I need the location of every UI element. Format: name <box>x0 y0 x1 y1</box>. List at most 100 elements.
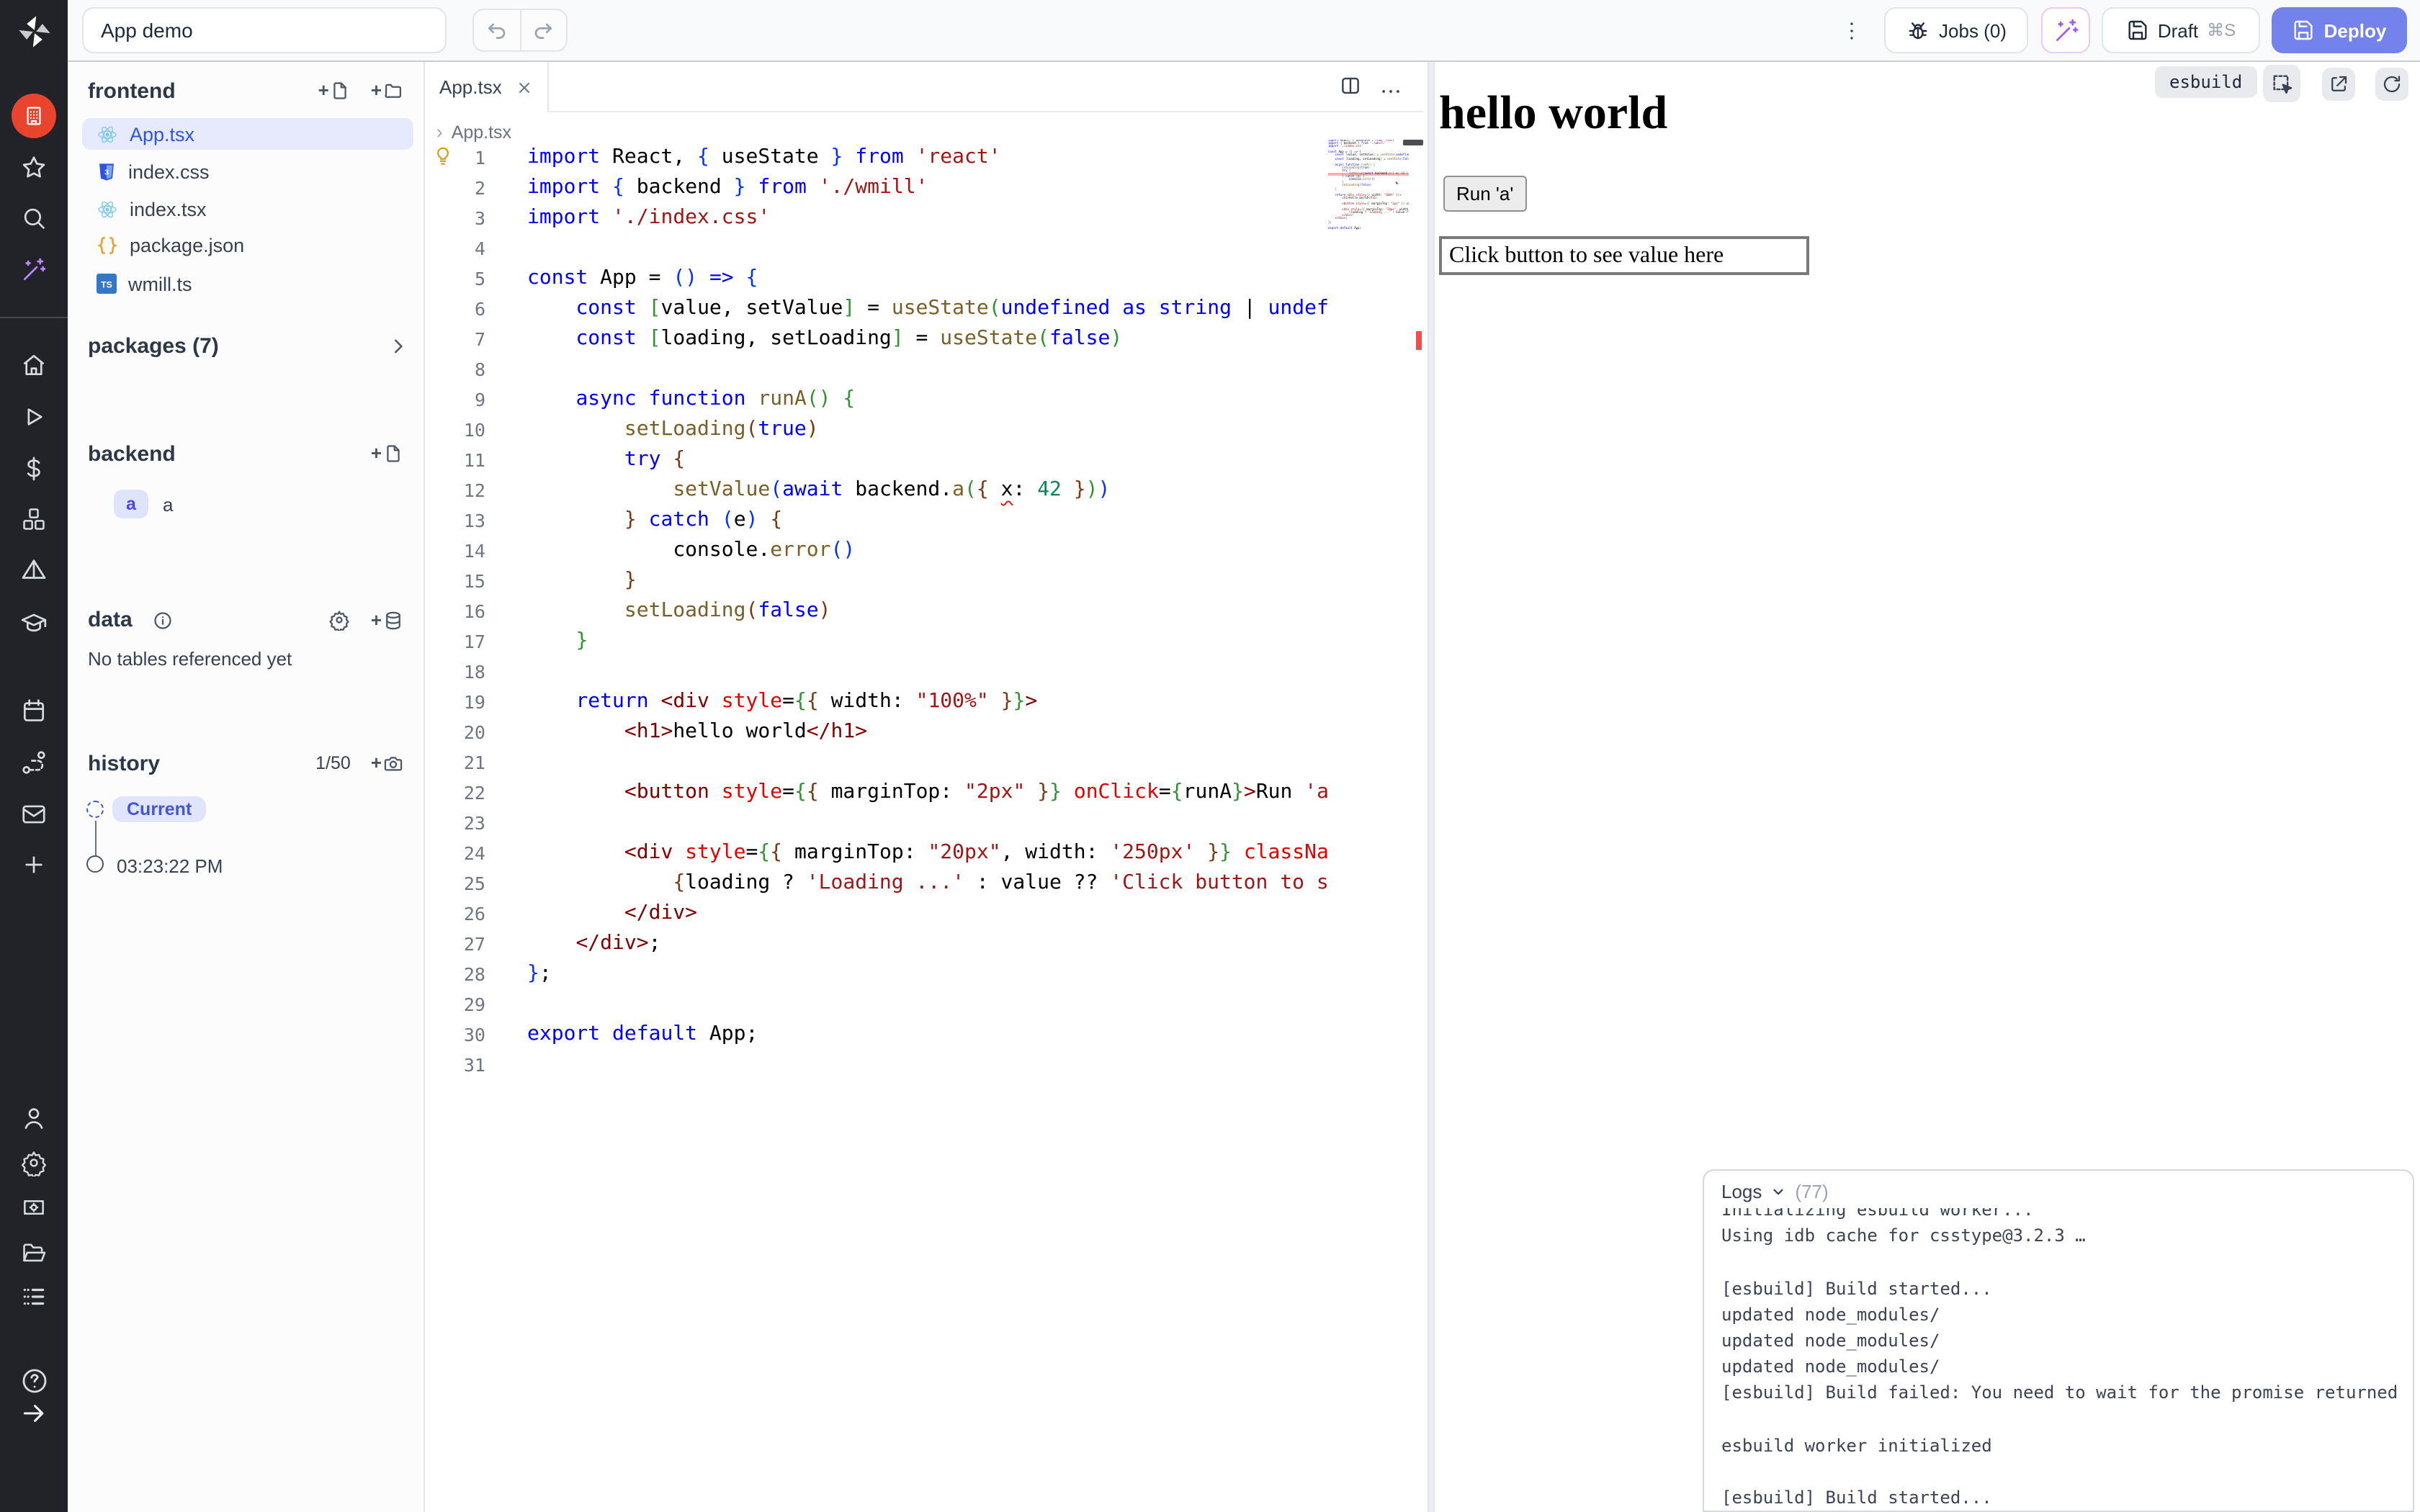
help-circle-icon[interactable] <box>0 1367 68 1395</box>
chevron-down-icon <box>1770 1184 1786 1200</box>
play-icon[interactable] <box>0 403 68 431</box>
data-section-title: data <box>88 608 133 632</box>
editor-more-icon[interactable] <box>1379 79 1403 104</box>
error-ruler-marker <box>1416 331 1422 350</box>
folder-open-icon[interactable] <box>0 1238 68 1266</box>
editor-tab-bar: App.tsx <box>425 62 1423 112</box>
gear-icon[interactable] <box>0 1149 68 1176</box>
braces-file-icon <box>97 234 118 256</box>
breadcrumb[interactable]: › App.tsx <box>436 121 511 143</box>
minimap-slider[interactable] <box>1403 140 1423 145</box>
mail-icon[interactable] <box>0 801 68 828</box>
timeline-connector <box>95 821 97 858</box>
magic-wand-icon[interactable] <box>0 256 68 284</box>
history-section-title: history <box>88 752 160 776</box>
history-entry-node[interactable] <box>86 855 104 873</box>
select-component-icon[interactable] <box>2263 65 2300 102</box>
left-nav-rail <box>0 0 68 1512</box>
ai-wand-button[interactable] <box>2041 7 2090 53</box>
deploy-save-icon <box>2293 19 2316 42</box>
add-snapshot-button[interactable]: + <box>371 752 403 773</box>
esbuild-badge[interactable]: esbuild <box>2155 66 2257 98</box>
jobs-button[interactable]: Jobs (0) <box>1884 7 2028 53</box>
code-content[interactable]: import React, { useState } from 'react'i… <box>527 143 1328 1080</box>
run-a-button[interactable]: Run 'a' <box>1443 176 1526 212</box>
boxes-icon[interactable] <box>0 505 68 533</box>
pyramid-icon[interactable] <box>0 557 68 585</box>
workspace-avatar[interactable] <box>12 94 56 138</box>
logs-count: (77) <box>1795 1181 1828 1202</box>
windmill-app-editor: Jobs (0) Draft ⌘S Deploy frontend + + Ap… <box>0 0 2420 1512</box>
user-icon[interactable] <box>0 1104 68 1132</box>
arrow-right-icon[interactable] <box>0 1400 68 1427</box>
script-card-icon[interactable] <box>0 1194 68 1221</box>
react-file-icon <box>97 198 118 220</box>
file-row-app-tsx[interactable]: App.tsx <box>82 118 413 150</box>
history-current-node[interactable] <box>86 801 104 818</box>
draft-button[interactable]: Draft ⌘S <box>2102 7 2260 53</box>
file-name: index.css <box>128 161 210 182</box>
svg-text:TS: TS <box>101 279 112 289</box>
logs-panel: Logs (77) Initializing esbuild worker...… <box>1703 1169 2414 1512</box>
calendar-icon[interactable] <box>0 697 68 724</box>
windmill-logo-icon[interactable] <box>0 13 68 50</box>
redo-icon[interactable] <box>520 10 566 50</box>
close-icon[interactable] <box>516 78 534 96</box>
deploy-button[interactable]: Deploy <box>2272 7 2407 53</box>
graduation-cap-icon[interactable] <box>0 609 68 636</box>
route-icon[interactable] <box>0 749 68 776</box>
info-icon[interactable] <box>153 611 173 631</box>
css-file-icon: 3 <box>97 161 117 182</box>
data-settings-icon[interactable] <box>329 609 351 631</box>
add-folder-button[interactable]: + <box>371 79 403 101</box>
dollar-icon[interactable] <box>0 455 68 482</box>
home-icon[interactable] <box>0 351 68 379</box>
minimap[interactable]: import React, { useState } from 'react'i… <box>1328 140 1409 240</box>
add-backend-script-button[interactable]: + <box>371 442 403 464</box>
svg-text:3: 3 <box>104 168 109 176</box>
top-bar: Jobs (0) Draft ⌘S Deploy <box>68 0 2420 62</box>
refresh-icon[interactable] <box>2375 68 2408 101</box>
split-editor-icon[interactable] <box>1338 73 1363 98</box>
history-entry-timestamp[interactable]: 03:23:22 PM <box>117 855 223 877</box>
tab-app-tsx[interactable]: App.tsx <box>425 62 549 112</box>
frontend-section-title: frontend <box>88 79 176 104</box>
backend-script-badge[interactable]: a <box>114 490 148 518</box>
file-name: App.tsx <box>130 123 194 145</box>
packages-section[interactable]: packages (7) <box>88 334 219 359</box>
search-icon[interactable] <box>0 204 68 232</box>
ts-file-icon: TS <box>97 274 117 294</box>
file-name: wmill.ts <box>128 273 192 294</box>
backend-section-title: backend <box>88 442 176 467</box>
add-database-button[interactable]: + <box>371 609 403 631</box>
save-draft-icon <box>2126 19 2149 42</box>
bug-icon <box>1906 18 1930 42</box>
react-file-icon <box>97 123 118 145</box>
building-icon <box>22 104 46 128</box>
file-row-index-tsx[interactable]: index.tsx <box>82 193 413 225</box>
undo-icon[interactable] <box>474 10 520 50</box>
chevron-right-icon: › <box>436 121 443 143</box>
file-row-wmill-ts[interactable]: TS wmill.ts <box>82 268 413 300</box>
app-name-input[interactable] <box>82 7 447 53</box>
packages-chevron-icon[interactable] <box>387 336 409 357</box>
file-name: index.tsx <box>130 198 207 220</box>
add-file-button[interactable]: + <box>318 79 351 101</box>
more-menu-icon[interactable] <box>1839 19 1864 43</box>
history-counter: 1/50 <box>315 752 351 773</box>
file-row-package-json[interactable]: package.json <box>82 229 413 261</box>
star-icon[interactable] <box>0 154 68 181</box>
plus-icon[interactable] <box>0 851 68 878</box>
explorer-panel: frontend + + App.tsx 3 index.css index.tsx p… <box>68 62 425 1512</box>
rail-divider <box>0 317 68 318</box>
history-current-badge[interactable]: Current <box>112 796 206 822</box>
logs-output[interactable]: Initializing esbuild worker...Using idb … <box>1721 1208 2407 1511</box>
panel-resize-handle[interactable] <box>1428 62 1435 1512</box>
file-row-index-css[interactable]: 3 index.css <box>82 156 413 187</box>
draft-shortcut: ⌘S <box>2207 20 2236 40</box>
open-external-icon[interactable] <box>2322 68 2355 101</box>
file-name: package.json <box>130 234 244 256</box>
logs-header[interactable]: Logs (77) <box>1721 1181 1829 1202</box>
backend-script-label[interactable]: a <box>163 494 173 516</box>
layout-list-icon[interactable] <box>0 1283 68 1310</box>
